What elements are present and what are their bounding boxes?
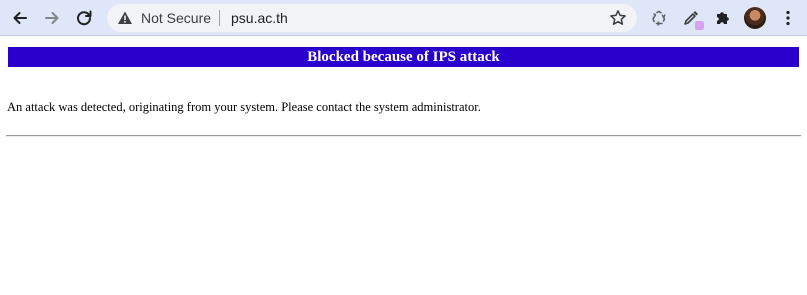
recycle-icon (652, 10, 666, 26)
warning-triangle-icon[interactable] (117, 10, 133, 26)
forward-button[interactable] (38, 4, 66, 32)
attack-message: An attack was detected, originating from… (7, 100, 481, 114)
kebab-menu-icon (786, 10, 790, 26)
extensions-menu-button[interactable] (709, 4, 737, 32)
puzzle-icon (717, 12, 729, 24)
browser-toolbar: Not Secure psu.ac.th (0, 0, 807, 36)
address-separator (219, 10, 220, 26)
browser-menu-button[interactable] (774, 4, 802, 32)
forward-arrow-icon (45, 12, 59, 24)
horizontal-rule (6, 135, 801, 137)
extension-badge (695, 21, 704, 30)
back-arrow-icon (13, 12, 27, 24)
page-title: Blocked because of IPS attack (8, 47, 799, 67)
address-bar[interactable]: Not Secure psu.ac.th (107, 4, 637, 32)
avatar[interactable] (744, 7, 766, 29)
reload-button[interactable] (70, 4, 98, 32)
security-status[interactable]: Not Secure (141, 10, 211, 26)
extension-recycle-button[interactable] (645, 4, 673, 32)
reload-icon (77, 10, 92, 26)
star-icon[interactable] (609, 9, 627, 27)
url-text[interactable]: psu.ac.th (231, 10, 288, 26)
back-button[interactable] (6, 4, 34, 32)
